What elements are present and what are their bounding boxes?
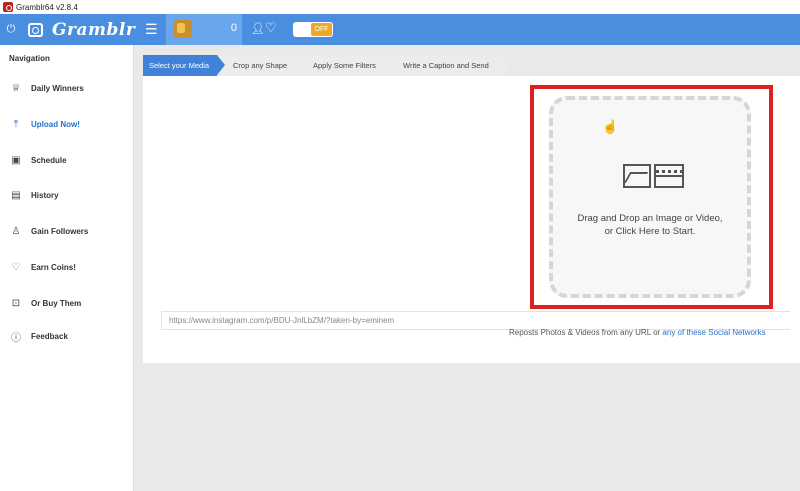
nav-title: Navigation <box>9 54 50 63</box>
step-select-media[interactable]: Select your Media <box>143 55 225 76</box>
sidebar-item-label: History <box>31 190 59 200</box>
coin-count: 0 <box>230 22 237 34</box>
social-networks-link[interactable]: any of these Social Networks <box>662 328 765 337</box>
upload-steps: Select your Media Crop any Shape Apply S… <box>143 55 509 76</box>
image-icon <box>623 164 651 188</box>
history-icon: ▤ <box>11 189 21 201</box>
sidebar-item-feedback[interactable]: ⓘ Feedback <box>0 326 134 346</box>
help-icon: ⓘ <box>11 332 21 344</box>
sidebar-item-label: Feedback <box>31 331 68 341</box>
dropzone-text: Drag and Drop an Image or Video, or Clic… <box>553 212 747 238</box>
window-title: Gramblr64 v2.8.4 <box>16 2 78 12</box>
brand-logo[interactable]: Gramblr <box>28 20 135 40</box>
repost-note-text: Reposts Photos & Videos from any URL or <box>509 328 661 337</box>
user-icon[interactable]: 👤︎ <box>251 22 265 35</box>
hand-cursor-icon: ☝ <box>602 119 619 134</box>
camera-logo-icon <box>28 22 43 37</box>
sidebar-item-label: Gain Followers <box>31 226 89 236</box>
trophy-icon: ♕ <box>11 82 21 94</box>
top-bar: ⏻ Gramblr ☰ 0 👤︎ ♡ OFF <box>0 14 800 45</box>
sidebar-item-daily-winners[interactable]: ♕ Daily Winners <box>0 78 134 98</box>
sidebar-item-schedule[interactable]: ▣ Schedule <box>0 150 134 170</box>
sidebar-item-upload-now[interactable]: ⤒ Upload Now! <box>0 114 134 134</box>
coin-balance[interactable]: 0 <box>166 14 242 45</box>
power-icon[interactable]: ⏻ <box>0 23 22 36</box>
user-icon: ♙ <box>11 225 21 237</box>
sidebar-item-label: Or Buy Them <box>31 298 82 308</box>
sidebar-item-label: Earn Coins! <box>31 262 76 272</box>
sidebar: Navigation ♕ Daily Winners ⤒ Upload Now!… <box>0 45 134 491</box>
calendar-icon: ▣ <box>11 154 21 166</box>
toggle-off-label: OFF <box>311 23 332 36</box>
step-crop[interactable]: Crop any Shape <box>219 55 305 76</box>
sidebar-item-earn-coins[interactable]: ♡ Earn Coins! <box>0 257 134 277</box>
app-icon <box>3 2 13 12</box>
sidebar-item-label: Daily Winners <box>31 83 84 93</box>
step-filters[interactable]: Apply Some Filters <box>299 55 395 76</box>
dropzone-line-2: or Click Here to Start. <box>604 226 696 237</box>
step-caption-send[interactable]: Write a Caption and Send <box>389 55 509 76</box>
title-bar: Gramblr64 v2.8.4 <box>0 0 800 14</box>
media-dropzone[interactable]: Drag and Drop an Image or Video, or Clic… <box>549 96 751 298</box>
auto-toggle[interactable]: OFF <box>293 22 333 37</box>
upload-icon: ⤒ <box>13 118 19 130</box>
repost-note: Reposts Photos & Videos from any URL or … <box>509 328 766 337</box>
sidebar-item-label: Upload Now! <box>31 119 80 129</box>
sidebar-item-gain-followers[interactable]: ♙ Gain Followers <box>0 221 134 241</box>
coin-stack-icon <box>174 20 192 38</box>
dropzone-line-1: Drag and Drop an Image or Video, <box>577 213 723 224</box>
sidebar-item-label: Schedule <box>31 155 67 165</box>
menu-icon[interactable]: ☰ <box>145 21 158 37</box>
video-clapper-icon <box>654 164 684 188</box>
cart-icon: ⊡ <box>11 297 21 309</box>
heart-icon[interactable]: ♡ <box>265 20 277 36</box>
sidebar-item-history[interactable]: ▤ History <box>0 185 134 205</box>
sidebar-item-buy-coins[interactable]: ⊡ Or Buy Them <box>0 293 134 313</box>
heart-icon: ♡ <box>11 261 21 273</box>
media-icons <box>623 164 684 188</box>
brand-name: Gramblr <box>52 19 136 40</box>
